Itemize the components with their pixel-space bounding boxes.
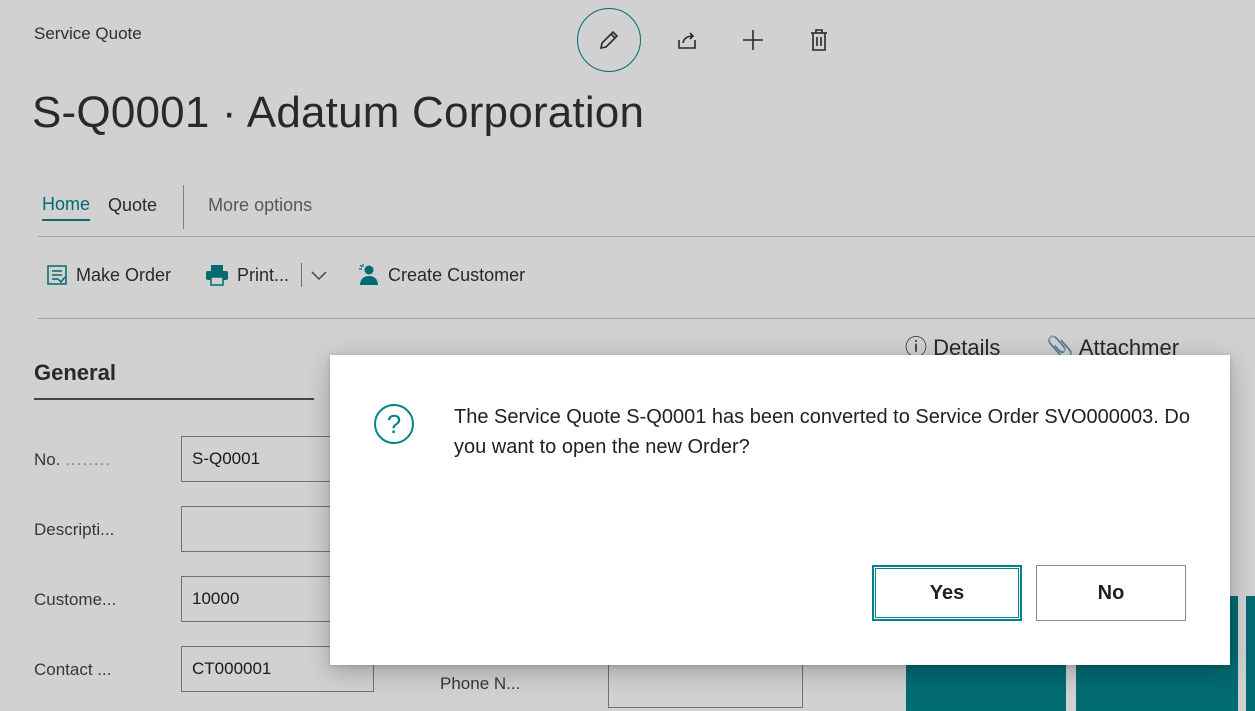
no-button[interactable]: No <box>1036 565 1186 621</box>
question-icon: ? <box>374 404 414 444</box>
dialog-message: The Service Quote S-Q0001 has been conve… <box>454 406 1190 458</box>
yes-button[interactable]: Yes <box>872 565 1022 621</box>
confirm-dialog: ? The Service Quote S-Q0001 has been con… <box>330 355 1230 665</box>
